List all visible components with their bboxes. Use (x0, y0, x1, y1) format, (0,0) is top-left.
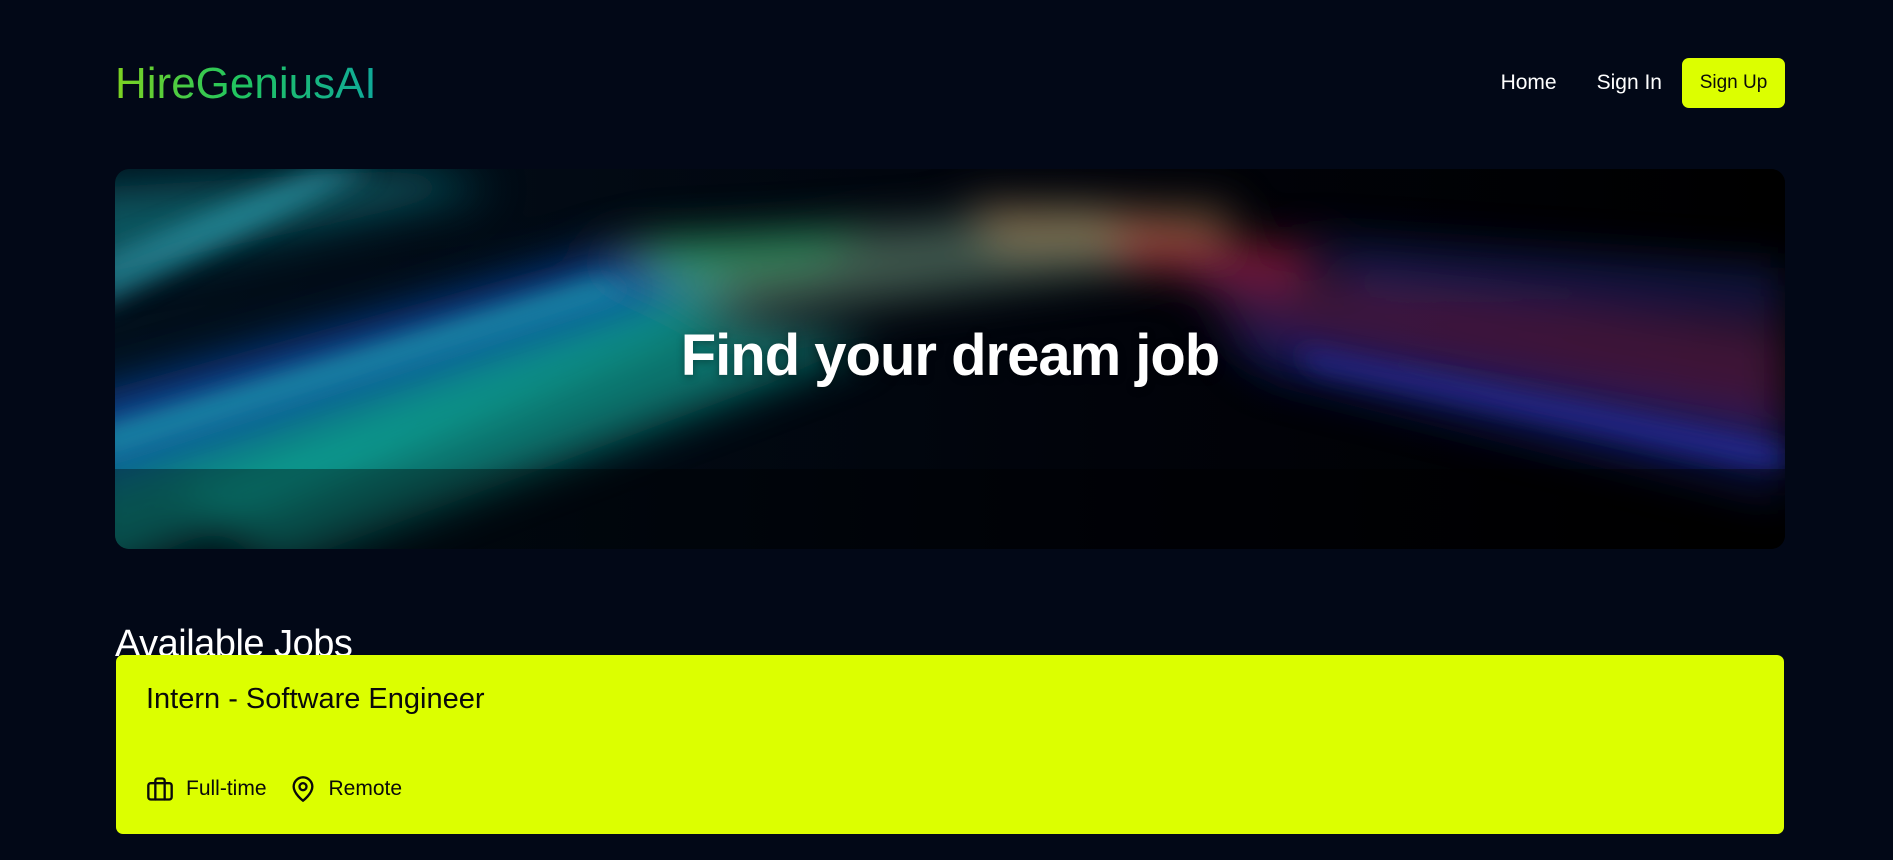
site-header: HireGeniusAI Home Sign In Sign Up (115, 58, 1785, 110)
page: HireGeniusAI Home Sign In Sign Up Find y… (0, 0, 1893, 860)
main-nav: Home Sign In Sign Up (1501, 58, 1785, 108)
hero-banner: Find your dream job (115, 169, 1785, 549)
job-location: Remote (289, 775, 403, 803)
map-pin-icon (289, 775, 317, 803)
logo[interactable]: HireGeniusAI (115, 60, 377, 108)
job-type: Full-time (146, 775, 267, 803)
nav-home-link[interactable]: Home (1501, 71, 1557, 95)
sign-up-button[interactable]: Sign Up (1682, 58, 1785, 108)
nav-sign-in-link[interactable]: Sign In (1597, 71, 1662, 95)
job-meta: Full-time Remote (146, 773, 424, 805)
job-type-label: Full-time (186, 777, 267, 800)
job-card[interactable]: Intern - Software Engineer Full-time Rem… (116, 655, 1784, 834)
hero-title: Find your dream job (680, 322, 1221, 388)
job-title[interactable]: Intern - Software Engineer (146, 683, 485, 716)
briefcase-icon (146, 775, 174, 803)
job-location-label: Remote (328, 777, 403, 800)
